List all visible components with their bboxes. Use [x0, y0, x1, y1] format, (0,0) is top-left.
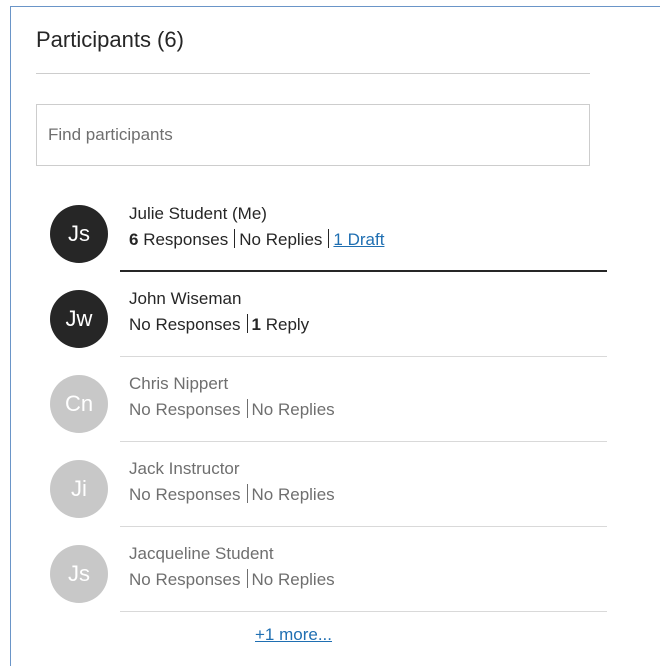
participant-info: John Wiseman No Responses 1 Reply [129, 286, 309, 338]
stat-divider [234, 229, 236, 248]
stat-divider [246, 569, 248, 588]
row-divider [120, 611, 607, 612]
participant-name: Jacqueline Student [129, 544, 274, 563]
replies-count: 1 [251, 315, 261, 334]
participant-stats: No Responses No Replies [129, 567, 335, 593]
avatar-initials: Cn [64, 391, 94, 416]
replies-text: No Replies [239, 230, 323, 249]
replies-label: Reply [265, 315, 310, 334]
replies-text: No Replies [251, 400, 335, 419]
participant-row-john-wiseman[interactable]: Jw John Wiseman No Responses 1 Reply [47, 272, 607, 357]
avatar: Cn [50, 375, 108, 433]
title-divider [36, 73, 590, 74]
participant-info: Jacqueline Student No Responses No Replie… [129, 541, 335, 593]
participant-info: Julie Student (Me) 6 Responses No Replies… [129, 201, 384, 253]
participant-stats: No Responses No Replies [129, 397, 335, 423]
participant-row-jack-instructor[interactable]: Ji Jack Instructor No Responses No Replie… [47, 442, 607, 527]
participant-row-julie-student[interactable]: Js Julie Student (Me) 6 Responses No Repl… [47, 187, 607, 272]
avatar-initials: Jw [65, 306, 93, 331]
participant-list: Js Julie Student (Me) 6 Responses No Repl… [47, 187, 607, 612]
stat-divider [246, 484, 248, 503]
show-more-link[interactable]: +1 more... [255, 625, 332, 645]
participant-info: Chris Nippert No Responses No Replies [129, 371, 335, 423]
draft-link[interactable]: 1 Draft [333, 230, 384, 249]
participant-name: John Wiseman [129, 289, 242, 308]
participant-name: Jack Instructor [129, 459, 240, 478]
avatar: Ji [50, 460, 108, 518]
responses-text: No Responses [129, 400, 241, 419]
avatar: Js [50, 205, 108, 263]
responses-text: No Responses [129, 315, 241, 334]
participants-panel: Participants (6) Js Julie Student (Me) 6… [10, 6, 660, 666]
avatar-initials: Js [68, 221, 90, 246]
replies-text: No Replies [251, 570, 335, 589]
replies-text: No Replies [251, 485, 335, 504]
participant-row-chris-nippert[interactable]: Cn Chris Nippert No Responses No Replies [47, 357, 607, 442]
participant-stats: 6 Responses No Replies 1 Draft [129, 227, 384, 253]
responses-text: No Responses [129, 485, 241, 504]
stat-divider [246, 399, 248, 418]
stat-divider [246, 314, 248, 333]
avatar-initials: Js [68, 561, 90, 586]
avatar-initials: Ji [71, 476, 87, 501]
participant-name: Julie Student (Me) [129, 204, 267, 223]
responses-count: 6 [129, 230, 139, 249]
avatar: Jw [50, 290, 108, 348]
participant-row-jacqueline-student[interactable]: Js Jacqueline Student No Responses No Rep… [47, 527, 607, 612]
find-participants-input[interactable] [36, 104, 590, 166]
stat-divider [328, 229, 330, 248]
participant-name: Chris Nippert [129, 374, 229, 393]
participant-stats: No Responses 1 Reply [129, 312, 309, 338]
participant-stats: No Responses No Replies [129, 482, 335, 508]
panel-title: Participants (6) [36, 27, 184, 52]
responses-text: No Responses [129, 570, 241, 589]
participant-info: Jack Instructor No Responses No Replies [129, 456, 335, 508]
responses-label: Responses [143, 230, 229, 249]
avatar: Js [50, 545, 108, 603]
